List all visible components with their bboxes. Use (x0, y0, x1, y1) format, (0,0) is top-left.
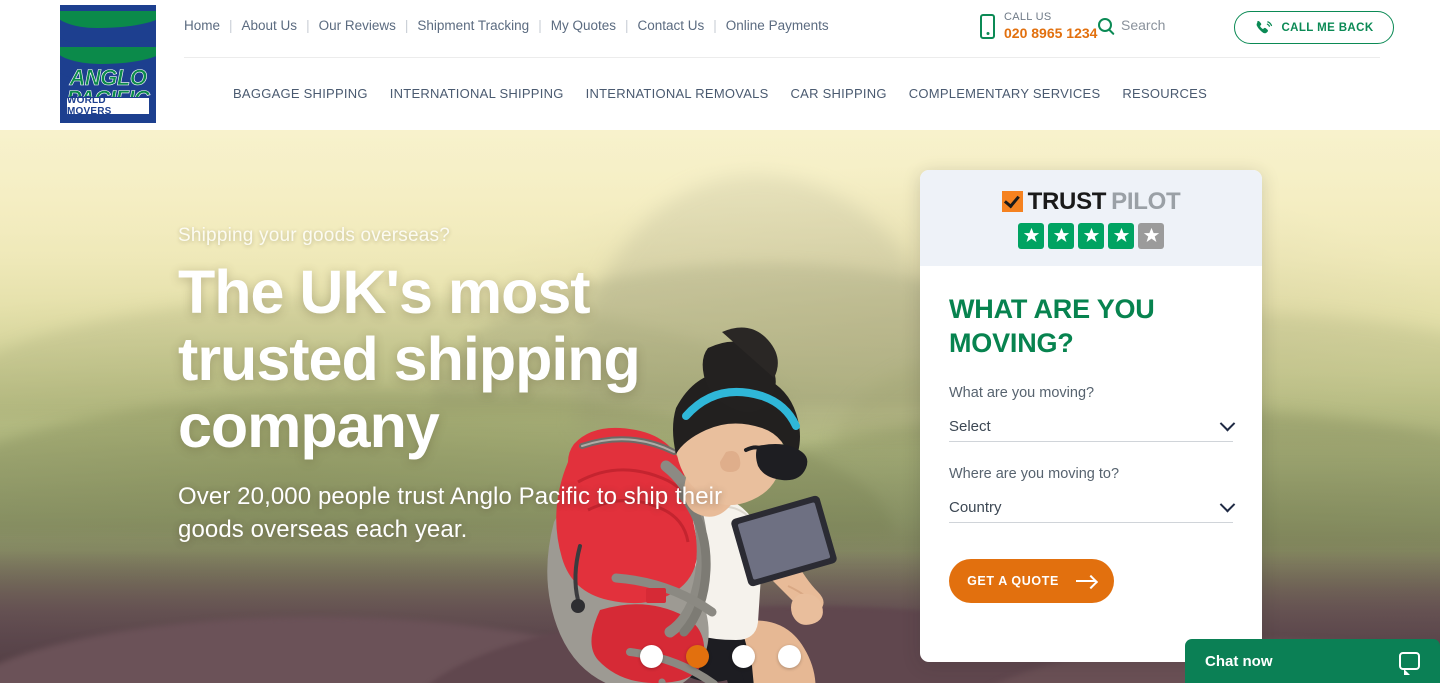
carousel-dot-1[interactable] (639, 645, 663, 668)
chat-label: Chat now (1205, 652, 1273, 670)
primary-nav: BAGGAGE SHIPPING INTERNATIONAL SHIPPING … (0, 86, 1440, 101)
topnav-item-my-quotes[interactable]: My Quotes (551, 18, 616, 33)
phone-ringing-icon (1257, 20, 1273, 33)
star-filled-4 (1108, 222, 1134, 249)
select-destination-country[interactable]: Country (949, 494, 1236, 523)
tablet-device (731, 495, 837, 587)
topnav-separator: | (624, 18, 629, 33)
site-header: ANGLO PACIFIC WORLD MOVERS Home | About … (0, 0, 1440, 130)
speech-bubble-icon (1399, 652, 1420, 675)
trustpilot-word-1: TRUST (1027, 187, 1107, 215)
logo-wave-2 (60, 29, 156, 46)
topnav-item-our-reviews[interactable]: Our Reviews (319, 18, 396, 33)
hero-headline: The UK's most trusted shipping company (178, 258, 641, 461)
quote-form: WHAT ARE YOU MOVING? What are you moving… (920, 266, 1262, 603)
field-label-what-moving: What are you moving? (949, 384, 1095, 401)
top-utility-nav: Home | About Us | Our Reviews | Shipment… (184, 18, 829, 33)
call-us-text: CALL US 020 8965 1234 (1004, 11, 1097, 42)
topnav-item-contact-us[interactable]: Contact Us (638, 18, 705, 33)
search-label: Search (1121, 17, 1166, 33)
select-destination-value: Country (949, 499, 1002, 517)
site-logo[interactable]: ANGLO PACIFIC WORLD MOVERS (60, 5, 156, 123)
search-control[interactable]: Search (1098, 17, 1165, 33)
chat-widget[interactable]: Chat now (1185, 639, 1440, 683)
call-me-back-label: CALL ME BACK (1281, 21, 1374, 34)
nav-item-baggage-shipping[interactable]: BAGGAGE SHIPPING (233, 86, 368, 101)
nav-item-international-removals[interactable]: INTERNATIONAL REMOVALS (586, 86, 769, 101)
logo-wave-3 (60, 47, 156, 64)
call-us-number[interactable]: 020 8965 1234 (1004, 25, 1097, 43)
logo-graphic: ANGLO PACIFIC WORLD MOVERS (60, 5, 156, 123)
hero-copy-block: Shipping your goods overseas? The UK's m… (178, 225, 738, 547)
trustpilot-logo: TRUST PILOT (1001, 187, 1181, 216)
call-me-back-button[interactable]: CALL ME BACK (1234, 11, 1394, 44)
nav-item-international-shipping[interactable]: INTERNATIONAL SHIPPING (390, 86, 564, 101)
select-what-moving[interactable]: Select (949, 413, 1236, 442)
quote-card: TRUST PILOT WHAT ARE YOU MOVING? What ar… (920, 170, 1262, 662)
topnav-separator: | (538, 18, 542, 33)
call-us-label: CALL US (1004, 11, 1052, 23)
mobile-phone-icon (980, 14, 995, 40)
star-filled-2 (1048, 222, 1074, 249)
topnav-separator: | (713, 18, 717, 33)
chevron-down-icon (1219, 496, 1236, 513)
carousel-dot-3[interactable] (731, 645, 755, 668)
carousel-dot-4[interactable] (777, 645, 801, 668)
quote-form-title: WHAT ARE YOU MOVING? (949, 294, 1155, 359)
get-a-quote-label: GET A QUOTE (967, 573, 1059, 588)
trustpilot-word-2: PILOT (1111, 187, 1181, 215)
nav-item-complementary-services[interactable]: COMPLEMENTARY SERVICES (909, 86, 1101, 101)
star-filled-1 (1018, 222, 1044, 249)
field-what-are-you-moving: What are you moving? Select (949, 384, 1236, 442)
get-a-quote-button[interactable]: GET A QUOTE (949, 558, 1114, 603)
trustpilot-widget[interactable]: TRUST PILOT (920, 170, 1262, 266)
star-filled-3 (1078, 222, 1104, 249)
hero-kicker: Shipping your goods overseas? (178, 225, 450, 246)
topnav-item-home[interactable]: Home (184, 18, 220, 33)
topnav-item-about-us[interactable]: About Us (242, 18, 298, 33)
logo-wave-1 (60, 11, 156, 28)
nav-item-car-shipping[interactable]: CAR SHIPPING (791, 86, 887, 101)
select-what-moving-value: Select (949, 418, 991, 436)
topnav-separator: | (404, 18, 409, 33)
trustpilot-star-rating (1018, 222, 1164, 249)
star-empty-5 (1138, 222, 1164, 249)
topnav-item-shipment-tracking[interactable]: Shipment Tracking (417, 18, 529, 33)
call-us-block[interactable]: CALL US 020 8965 1234 (980, 11, 1097, 42)
topnav-separator: | (229, 18, 233, 33)
field-where-are-you-moving-to: Where are you moving to? Country (949, 465, 1236, 523)
carousel-dot-2-active[interactable] (685, 645, 709, 668)
topnav-separator: | (306, 18, 310, 33)
nav-item-resources[interactable]: RESOURCES (1122, 86, 1207, 101)
trustpilot-check-icon (1001, 191, 1023, 212)
hero-subline: Over 20,000 people trust Anglo Pacific t… (178, 483, 723, 544)
chevron-down-icon (1219, 415, 1236, 432)
arrow-right-icon (1075, 579, 1096, 582)
search-icon (1098, 18, 1112, 32)
field-label-where-moving: Where are you moving to? (949, 465, 1120, 482)
topnav-item-online-payments[interactable]: Online Payments (726, 18, 829, 33)
header-divider (184, 57, 1380, 58)
